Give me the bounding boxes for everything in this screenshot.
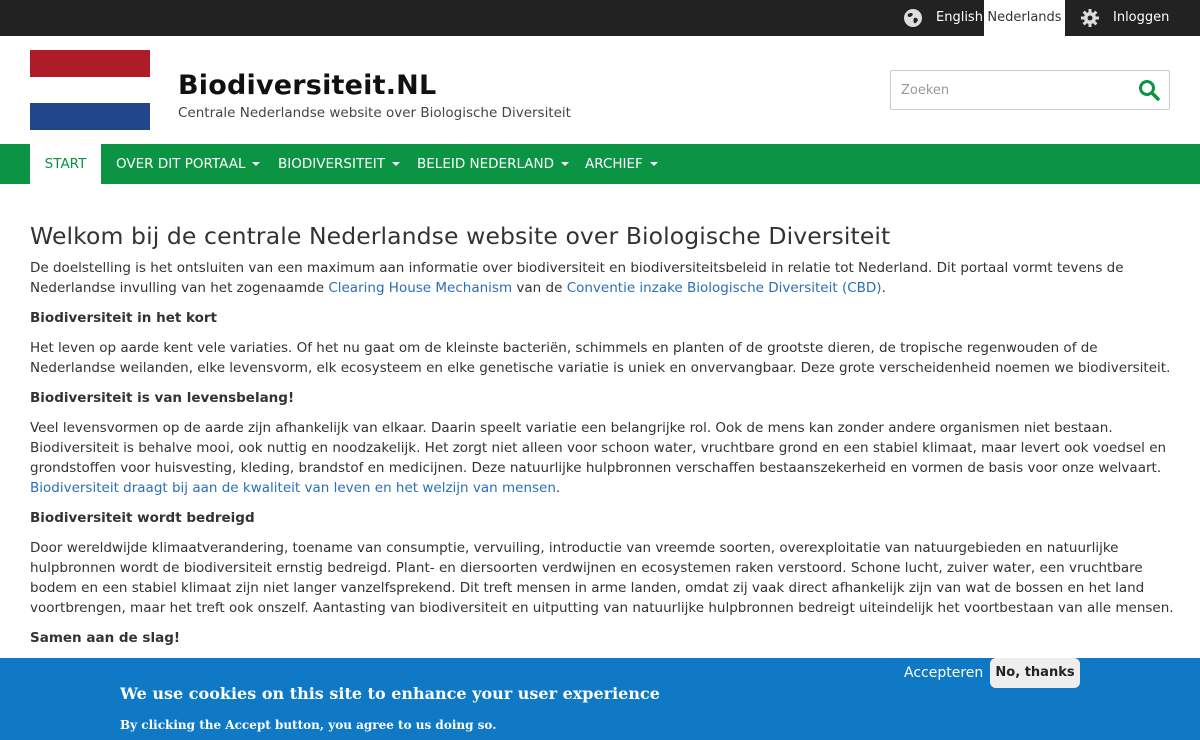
decline-cookies-button[interactable]: No, thanks xyxy=(990,658,1080,688)
paragraph-bedreigd: Door wereldwijde klimaatverandering, toe… xyxy=(30,540,1174,616)
nav-start[interactable]: START xyxy=(30,144,101,184)
site-title[interactable]: Biodiversiteit.NL xyxy=(178,70,436,101)
language-dutch-link[interactable]: Nederlands xyxy=(984,0,1065,36)
levensbelang-text-a: Veel levensvormen op de aarde zijn afhan… xyxy=(30,420,1167,476)
gear-icon[interactable] xyxy=(1080,8,1100,28)
chevron-down-icon xyxy=(252,162,261,166)
language-english-link[interactable]: English xyxy=(936,0,983,36)
heading-bedreigd: Biodiversiteit wordt bedreigd xyxy=(30,510,255,526)
nav-beleid-nederland-label: BELEID NEDERLAND xyxy=(417,156,555,172)
nav-over-dit-portaal[interactable]: OVER DIT PORTAAL xyxy=(116,144,261,184)
nav-archief-label: ARCHIEF xyxy=(585,156,643,172)
chevron-down-icon xyxy=(561,162,570,166)
heading-levensbelang: Biodiversiteit is van levensbelang! xyxy=(30,390,295,406)
accept-cookies-button[interactable]: Accepteren xyxy=(904,665,983,681)
chevron-down-icon xyxy=(649,162,658,166)
nav-beleid-nederland[interactable]: BELEID NEDERLAND xyxy=(417,144,570,184)
intro-text-b: van de xyxy=(512,280,567,296)
search-icon[interactable] xyxy=(1137,78,1161,102)
main-content: Welkom bij de centrale Nederlandse websi… xyxy=(30,222,1175,658)
page-title: Welkom bij de centrale Nederlandse websi… xyxy=(30,222,891,250)
nav-start-label: START xyxy=(44,156,87,172)
search-input[interactable] xyxy=(891,71,1121,109)
nav-biodiversiteit[interactable]: BIODIVERSITEIT xyxy=(278,144,400,184)
flag-stripe-blue xyxy=(30,103,150,130)
flag-stripe-red xyxy=(30,50,150,77)
intro-paragraph: De doelstelling is het ontsluiten van ee… xyxy=(30,258,1175,298)
flag-stripe-white xyxy=(30,76,150,104)
search-box xyxy=(890,70,1170,110)
globe-icon[interactable] xyxy=(903,8,923,28)
top-bar: English Nederlands Inloggen xyxy=(0,0,1200,36)
login-link[interactable]: Inloggen xyxy=(1113,0,1169,36)
nav-biodiversiteit-label: BIODIVERSITEIT xyxy=(278,156,385,172)
cbd-link[interactable]: Conventie inzake Biologische Diversiteit… xyxy=(567,280,882,296)
clearing-house-link[interactable]: Clearing House Mechanism xyxy=(328,280,512,296)
cookie-banner: We use cookies on this site to enhance y… xyxy=(0,658,1200,740)
intro-text-c: . xyxy=(881,280,886,296)
kwaliteit-van-leven-link[interactable]: Biodiversiteit draagt bij aan de kwalite… xyxy=(30,480,556,496)
levensbelang-text-b: . xyxy=(555,480,561,496)
nav-over-dit-portaal-label: OVER DIT PORTAAL xyxy=(116,156,246,172)
cookie-title: We use cookies on this site to enhance y… xyxy=(120,684,660,703)
main-navigation: START OVER DIT PORTAAL BIODIVERSITEIT BE… xyxy=(0,144,1200,184)
nav-archief[interactable]: ARCHIEF xyxy=(585,144,658,184)
cookie-text: By clicking the Accept button, you agree… xyxy=(120,718,497,732)
heading-kort: Biodiversiteit in het kort xyxy=(30,310,218,326)
paragraph-levensbelang: Veel levensvormen op de aarde zijn afhan… xyxy=(30,418,1175,498)
dutch-flag-logo[interactable] xyxy=(30,50,150,130)
site-subtitle: Centrale Nederlandse website over Biolog… xyxy=(178,105,571,121)
heading-samen: Samen aan de slag! xyxy=(30,630,181,646)
chevron-down-icon xyxy=(391,162,400,166)
paragraph-kort: Het leven op aarde kent vele variaties. … xyxy=(30,340,1171,376)
